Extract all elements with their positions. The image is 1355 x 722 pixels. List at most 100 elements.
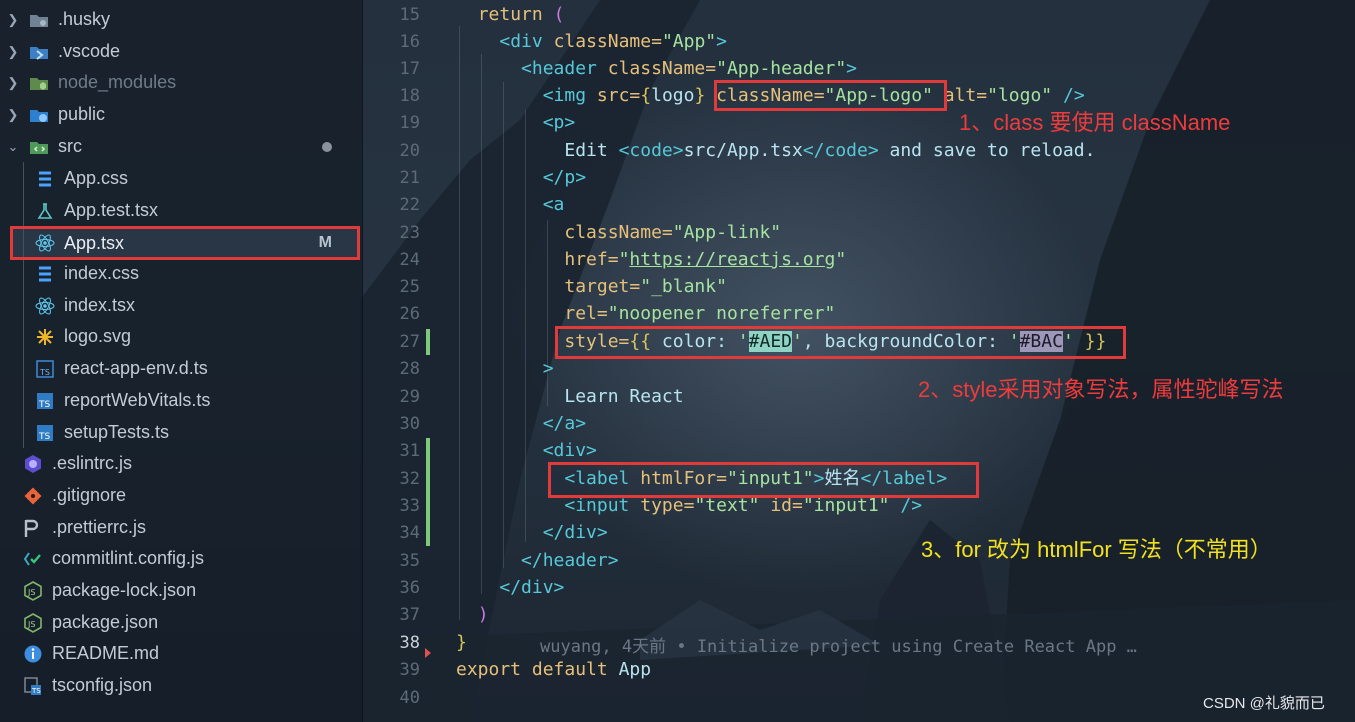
tree-file-package-json[interactable]: JS package.json (0, 607, 362, 638)
line-number: 18 (399, 86, 420, 106)
line-number: 34 (399, 523, 420, 543)
tree-file-package-lock[interactable]: JS package-lock.json (0, 575, 362, 606)
tree-label: App.test.tsx (64, 200, 159, 220)
tree-file-logo-svg[interactable]: logo.svg (0, 321, 362, 352)
tree-label: index.tsx (64, 295, 136, 315)
tree-folder-vscode[interactable]: ❯ .vscode (0, 36, 362, 67)
line-number: 20 (399, 141, 420, 161)
code-line-17[interactable]: <header className="App-header"> (456, 56, 857, 82)
svg-text:TS: TS (39, 368, 50, 377)
tree-label: .gitignore (52, 485, 127, 505)
code-line-28[interactable]: > (456, 356, 554, 382)
highlight-box-classname (714, 80, 947, 111)
ts-file-icon: TS (34, 358, 56, 380)
line-number: 36 (399, 578, 420, 598)
tree-file-app-css[interactable]: App.css (0, 163, 362, 194)
react-file-icon (34, 232, 56, 254)
line-number: 40 (399, 688, 420, 708)
tree-file-app-test[interactable]: App.test.tsx (0, 195, 362, 226)
tree-label: setupTests.ts (64, 422, 170, 442)
code-line-21[interactable]: </p> (456, 165, 586, 191)
tree-label: commitlint.config.js (52, 548, 205, 568)
tree-file-eslintrc[interactable]: .eslintrc.js (0, 448, 362, 479)
code-line-26[interactable]: rel="noopener noreferrer" (456, 301, 835, 327)
chevron-right-icon: ❯ (7, 74, 19, 90)
folder-node-icon (28, 72, 50, 94)
code-line-39[interactable]: export default App (456, 657, 651, 683)
tree-label: .prettierrc.js (52, 517, 147, 537)
tree-file-react-app-env[interactable]: TS react-app-env.d.ts (0, 353, 362, 384)
line-number: 24 (399, 250, 420, 270)
tree-label: package.json (52, 612, 159, 632)
code-line-29[interactable]: Learn React (456, 384, 683, 410)
deleted-line-indicator (425, 648, 431, 658)
code-line-16[interactable]: <div className="App"> (456, 29, 727, 55)
tree-label: .eslintrc.js (52, 453, 133, 473)
annotation-note-3: 3、for 改为 htmlFor 写法（不常用） (921, 537, 1272, 562)
line-number: 22 (399, 195, 420, 215)
info-file-icon (22, 643, 44, 665)
code-line-31[interactable]: <div> (456, 438, 597, 464)
tree-label: package-lock.json (52, 580, 197, 600)
eslint-file-icon (22, 453, 44, 475)
chevron-down-icon: ⌄ (7, 138, 19, 154)
tree-file-setup-tests[interactable]: TS setupTests.ts (0, 417, 362, 448)
code-line-24[interactable]: href="https://reactjs.org" (456, 247, 846, 273)
tree-file-prettierrc[interactable]: .prettierrc.js (0, 512, 362, 543)
code-line-20[interactable]: Edit <code>src/App.tsx</code> and save t… (456, 138, 1095, 164)
line-number: 16 (399, 32, 420, 52)
watermark: CSDN @礼貌而已 (1203, 695, 1325, 712)
tree-file-gitignore[interactable]: .gitignore (0, 480, 362, 511)
tree-label: src (58, 136, 82, 156)
tree-folder-node-modules[interactable]: ❯ node_modules (0, 67, 362, 98)
modified-line-indicator (426, 329, 430, 355)
modified-line-indicator (426, 438, 430, 546)
code-line-36[interactable]: </div> (456, 575, 564, 601)
annotation-note-2: 2、style采用对象写法，属性驼峰写法 (918, 377, 1284, 402)
tsconfig-file-icon: TS (22, 675, 44, 697)
chevron-right-icon: ❯ (7, 106, 19, 122)
code-line-22[interactable]: <a (456, 192, 565, 218)
code-line-15[interactable]: return ( (456, 2, 565, 28)
tree-file-readme[interactable]: README.md (0, 638, 362, 669)
code-line-23[interactable]: className="App-link" (456, 220, 781, 246)
tree-folder-public[interactable]: ❯ public (0, 99, 362, 130)
tree-file-report-web-vitals[interactable]: TS reportWebVitals.ts (0, 385, 362, 416)
tree-file-index-css[interactable]: index.css (0, 258, 362, 289)
tree-file-app-tsx[interactable]: App.tsx M (10, 226, 360, 260)
react-file-icon (34, 295, 56, 317)
prettier-file-icon (22, 517, 44, 539)
line-number: 38 (399, 633, 420, 653)
code-line-25[interactable]: target="_blank" (456, 274, 727, 300)
svg-text:JS: JS (27, 588, 35, 597)
tree-label: logo.svg (64, 326, 132, 346)
tree-label: node_modules (58, 72, 177, 92)
ts-file-icon: TS (34, 422, 56, 444)
line-number: 32 (399, 469, 420, 489)
git-file-icon (22, 485, 44, 507)
code-line-38[interactable]: } (456, 630, 467, 656)
tree-label: index.css (64, 263, 140, 283)
tree-file-tsconfig[interactable]: TS tsconfig.json (0, 670, 362, 701)
node-file-icon: JS (22, 612, 44, 634)
highlight-box-htmlfor (548, 462, 979, 498)
line-number: 26 (399, 304, 420, 324)
folder-public-icon (28, 104, 50, 126)
tree-label: public (58, 104, 106, 124)
code-line-37[interactable]: ) (456, 602, 489, 628)
tree-file-commitlint[interactable]: commitlint.config.js (0, 543, 362, 574)
tree-label: App.tsx (64, 232, 125, 253)
line-number: 27 (399, 332, 420, 352)
svg-text:TS: TS (31, 687, 41, 695)
css-file-icon (34, 263, 56, 285)
code-line-35[interactable]: </header> (456, 548, 619, 574)
tree-label: react-app-env.d.ts (64, 358, 208, 378)
explorer-sidebar: ❯ .husky ❯ .vscode ❯ node_modules ❯ publ… (0, 0, 363, 722)
code-line-34[interactable]: </div> (456, 520, 608, 546)
tree-file-index-tsx[interactable]: index.tsx (0, 290, 362, 321)
tree-label: tsconfig.json (52, 675, 153, 695)
tree-folder-husky[interactable]: ❯ .husky (0, 4, 362, 35)
code-line-30[interactable]: </a> (456, 411, 586, 437)
tree-folder-src[interactable]: ⌄ src (0, 131, 362, 162)
code-line-19[interactable]: <p> (456, 110, 576, 136)
